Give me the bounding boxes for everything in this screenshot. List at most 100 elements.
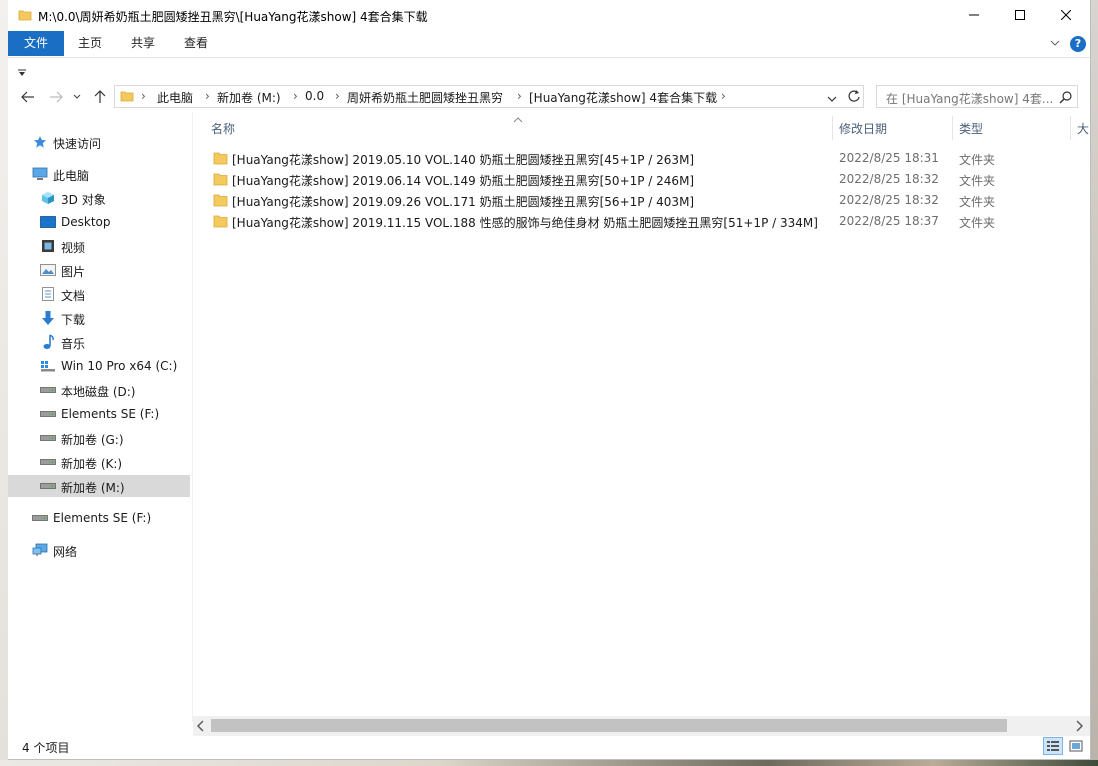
network-icon <box>32 542 48 558</box>
breadcrumb-chevron-icon[interactable]: › <box>517 89 522 103</box>
status-bar: 4 个项目 <box>8 736 1090 758</box>
drive-icon <box>40 478 56 494</box>
sidebar-item-drive-f[interactable]: Elements SE (F:) <box>8 403 190 425</box>
large-icons-view-icon[interactable] <box>1066 737 1086 755</box>
sidebar-item-3d-objects[interactable]: 3D 对象 <box>8 187 190 209</box>
file-name[interactable]: [HuaYang花漾show] 2019.05.10 VOL.140 奶瓶土肥圆… <box>232 151 694 168</box>
file-date: 2022/8/25 18:32 <box>839 193 939 207</box>
scrollbar-thumb[interactable] <box>211 719 1007 732</box>
sidebar-item-label: Win 10 Pro x64 (C:) <box>61 359 178 373</box>
scroll-right-icon[interactable] <box>1075 720 1083 735</box>
column-header-date[interactable]: 修改日期 <box>839 120 887 137</box>
table-row[interactable]: [HuaYang花漾show] 2019.11.15 VOL.188 性感的服饰… <box>193 211 1090 232</box>
sidebar-item-drive-g[interactable]: 新加卷 (G:) <box>8 427 190 449</box>
cube-icon <box>40 190 56 206</box>
sidebar-item-drive-k[interactable]: 新加卷 (K:) <box>8 451 190 473</box>
horizontal-scrollbar[interactable] <box>193 716 1090 736</box>
tab-view[interactable]: 查看 <box>174 31 218 56</box>
search-box[interactable]: 在 [HuaYang花漾show] 4套... <box>876 85 1078 108</box>
column-separator[interactable] <box>832 116 833 140</box>
file-list: 名称 修改日期 类型 大 [HuaYang花漾show] 2019.05.10 … <box>193 112 1090 716</box>
sidebar-item-label: 网络 <box>53 545 78 559</box>
scroll-left-icon[interactable] <box>197 720 205 735</box>
file-name[interactable]: [HuaYang花漾show] 2019.09.26 VOL.171 奶瓶土肥圆… <box>232 193 694 210</box>
sidebar-item-drive-m[interactable]: 新加卷 (M:) <box>8 475 190 497</box>
sidebar-item-drive-c[interactable]: Win 10 Pro x64 (C:) <box>8 355 190 377</box>
computer-icon <box>32 166 48 182</box>
search-icon[interactable] <box>1059 90 1073 107</box>
music-note-icon <box>40 334 56 350</box>
column-header-type[interactable]: 类型 <box>959 120 983 137</box>
quick-access-toolbar <box>8 57 1090 82</box>
star-icon <box>32 134 48 150</box>
column-separator[interactable] <box>952 116 953 140</box>
chevron-down-icon[interactable] <box>1050 37 1060 51</box>
breadcrumb-folder-0-0[interactable]: 0.0 <box>305 89 324 103</box>
recent-locations-icon[interactable] <box>70 87 84 107</box>
ribbon-tabs: 文件 主页 共享 查看 ? <box>8 30 1090 56</box>
breadcrumb-chevron-icon[interactable]: › <box>293 89 298 103</box>
folder-icon <box>120 89 134 106</box>
chevron-down-icon[interactable] <box>827 92 837 106</box>
column-separator[interactable] <box>1070 116 1071 140</box>
breadcrumb-chevron-icon[interactable]: › <box>335 89 340 103</box>
file-name[interactable]: [HuaYang花漾show] 2019.06.14 VOL.149 奶瓶土肥圆… <box>232 172 694 189</box>
navigation-bar: › 此电脑 › 新加卷 (M:) › 0.0 › 周妍希奶瓶土肥圆矮挫丑黑穷 ›… <box>8 83 1090 111</box>
document-icon <box>40 286 56 302</box>
sidebar-item-elements-se[interactable]: Elements SE (F:) <box>8 507 190 529</box>
tab-file[interactable]: 文件 <box>8 31 64 56</box>
breadcrumb-drive-m[interactable]: 新加卷 (M:) <box>217 89 281 106</box>
sidebar-item-label: 下载 <box>61 313 86 327</box>
sidebar-item-label: 3D 对象 <box>61 193 106 207</box>
file-date: 2022/8/25 18:31 <box>839 151 939 165</box>
window-title: M:\0.0\周妍希奶瓶土肥圆矮挫丑黑穷\[HuaYang花漾show] 4套合… <box>38 10 428 24</box>
file-type: 文件夹 <box>959 195 996 209</box>
windows-drive-icon <box>40 358 56 374</box>
folder-icon <box>213 151 228 168</box>
breadcrumb-this-pc[interactable]: 此电脑 <box>157 89 193 106</box>
breadcrumb-folder-current[interactable]: [HuaYang花漾show] 4套合集下载 <box>529 89 717 106</box>
breadcrumb-chevron-icon[interactable]: › <box>721 89 726 103</box>
up-arrow-icon[interactable] <box>90 87 110 107</box>
sort-ascending-icon <box>513 112 523 126</box>
sidebar-item-label: 快速访问 <box>53 137 102 151</box>
forward-arrow-icon[interactable] <box>46 87 66 107</box>
file-type: 文件夹 <box>959 153 996 167</box>
download-arrow-icon <box>40 310 56 326</box>
refresh-icon[interactable] <box>847 89 861 106</box>
sidebar-item-quick-access[interactable]: 快速访问 <box>8 131 190 153</box>
table-row[interactable]: [HuaYang花漾show] 2019.06.14 VOL.149 奶瓶土肥圆… <box>193 169 1090 190</box>
minimize-button[interactable] <box>951 0 997 30</box>
back-arrow-icon[interactable] <box>18 87 38 107</box>
address-bar[interactable]: › 此电脑 › 新加卷 (M:) › 0.0 › 周妍希奶瓶土肥圆矮挫丑黑穷 ›… <box>114 85 864 108</box>
sidebar-item-label: 图片 <box>61 265 86 279</box>
breadcrumb-folder-parent[interactable]: 周妍希奶瓶土肥圆矮挫丑黑穷 <box>347 89 503 106</box>
table-row[interactable]: [HuaYang花漾show] 2019.05.10 VOL.140 奶瓶土肥圆… <box>193 148 1090 169</box>
sidebar-item-desktop[interactable]: Desktop <box>8 211 190 233</box>
sidebar-item-videos[interactable]: 视频 <box>8 235 190 257</box>
sidebar-item-label: 音乐 <box>61 337 86 351</box>
sidebar-item-network[interactable]: 网络 <box>8 539 190 561</box>
sidebar-item-pictures[interactable]: 图片 <box>8 259 190 281</box>
sidebar-item-this-pc[interactable]: 此电脑 <box>8 163 190 185</box>
sidebar-item-downloads[interactable]: 下载 <box>8 307 190 329</box>
sidebar-item-music[interactable]: 音乐 <box>8 331 190 353</box>
breadcrumb-chevron-icon[interactable]: › <box>205 89 210 103</box>
file-name[interactable]: [HuaYang花漾show] 2019.11.15 VOL.188 性感的服饰… <box>232 214 818 231</box>
help-icon[interactable]: ? <box>1070 36 1086 52</box>
column-header-size[interactable]: 大 <box>1077 120 1089 137</box>
maximize-button[interactable] <box>997 0 1043 30</box>
search-input[interactable]: 在 [HuaYang花漾show] 4套... <box>886 90 1053 107</box>
column-header-name[interactable]: 名称 <box>211 120 235 137</box>
sidebar-item-documents[interactable]: 文档 <box>8 283 190 305</box>
customize-arrow-icon[interactable] <box>18 66 26 80</box>
tab-share[interactable]: 共享 <box>120 31 166 56</box>
table-row[interactable]: [HuaYang花漾show] 2019.09.26 VOL.171 奶瓶土肥圆… <box>193 190 1090 211</box>
breadcrumb-chevron-icon[interactable]: › <box>141 89 146 103</box>
details-view-icon[interactable] <box>1043 737 1063 755</box>
sidebar-item-drive-d[interactable]: 本地磁盘 (D:) <box>8 379 190 401</box>
tab-home[interactable]: 主页 <box>68 31 112 56</box>
close-button[interactable] <box>1043 0 1089 30</box>
video-icon <box>40 238 56 254</box>
sidebar-item-label: 此电脑 <box>53 169 90 183</box>
